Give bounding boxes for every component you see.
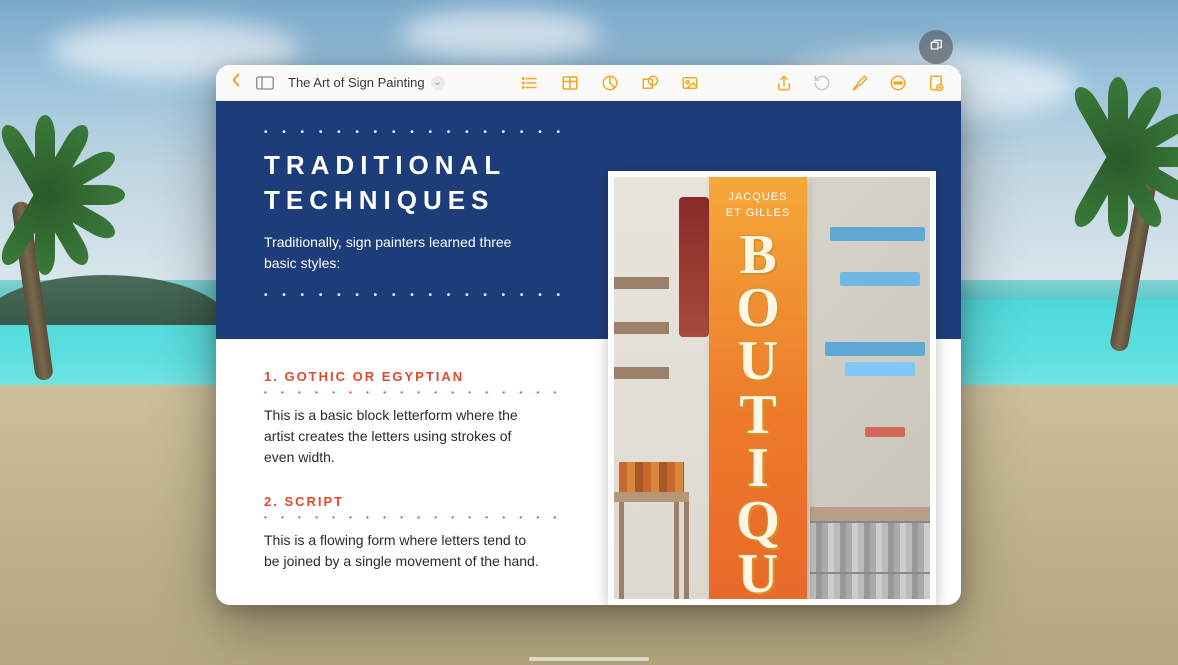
slide-image[interactable]: JACQUES ET GILLES B O U T I Q U xyxy=(608,171,936,605)
decorative-dots: • • • • • • • • • • • • • • • • • • • • … xyxy=(264,513,559,522)
document-options-button[interactable] xyxy=(927,74,945,92)
format-brush-button[interactable] xyxy=(851,74,869,92)
slide-canvas[interactable]: • • • • • • • • • • • • • • • • • • • • … xyxy=(216,101,961,605)
chart-insert-button[interactable] xyxy=(601,74,619,92)
sign-header-line1: JACQUES xyxy=(709,177,807,207)
multitasking-button[interactable] xyxy=(919,30,953,64)
sign-letter: U xyxy=(709,548,807,601)
document-title: The Art of Sign Painting xyxy=(288,75,425,90)
decorative-dots: • • • • • • • • • • • • • • • • • • • • … xyxy=(264,127,564,138)
media-insert-button[interactable] xyxy=(681,74,699,92)
shape-insert-button[interactable] xyxy=(641,74,659,92)
table-insert-button[interactable] xyxy=(561,74,579,92)
chevron-down-icon: ⌄ xyxy=(431,76,445,90)
sign-graphic: JACQUES ET GILLES B O U T I Q U xyxy=(709,177,807,605)
home-indicator[interactable] xyxy=(529,657,649,661)
content-section: 1. GOTHIC OR EGYPTIAN • • • • • • • • • … xyxy=(216,339,606,605)
list-item-body: This is a basic block letterform where t… xyxy=(264,405,544,468)
decorative-dots: • • • • • • • • • • • • • • • • • • • • … xyxy=(264,388,559,397)
list-item-heading: 1. GOTHIC OR EGYPTIAN xyxy=(264,369,558,384)
decorative-dots: • • • • • • • • • • • • • • • • • • • • … xyxy=(264,290,564,301)
sign-letter: T xyxy=(709,389,807,442)
sidebar-toggle-icon[interactable] xyxy=(256,76,274,90)
list-item-heading: 2. SCRIPT xyxy=(264,494,558,509)
slide-subtitle: Traditionally, sign painters learned thr… xyxy=(264,232,524,274)
list-item-body: This is a flowing form where letters ten… xyxy=(264,530,544,572)
sign-letter: O xyxy=(709,282,807,335)
toolbar: The Art of Sign Painting ⌄ xyxy=(216,65,961,101)
sign-letter: I xyxy=(709,442,807,495)
undo-button[interactable] xyxy=(813,74,831,92)
animate-button[interactable] xyxy=(889,74,907,92)
sign-letter: B xyxy=(709,229,807,282)
document-title-button[interactable]: The Art of Sign Painting ⌄ xyxy=(288,75,445,90)
share-button[interactable] xyxy=(775,74,793,92)
keynote-window: The Art of Sign Painting ⌄ xyxy=(216,65,961,605)
list-format-button[interactable] xyxy=(521,74,539,92)
back-button[interactable] xyxy=(226,73,246,92)
sign-letter: U xyxy=(709,335,807,388)
sign-letter: Q xyxy=(709,495,807,548)
